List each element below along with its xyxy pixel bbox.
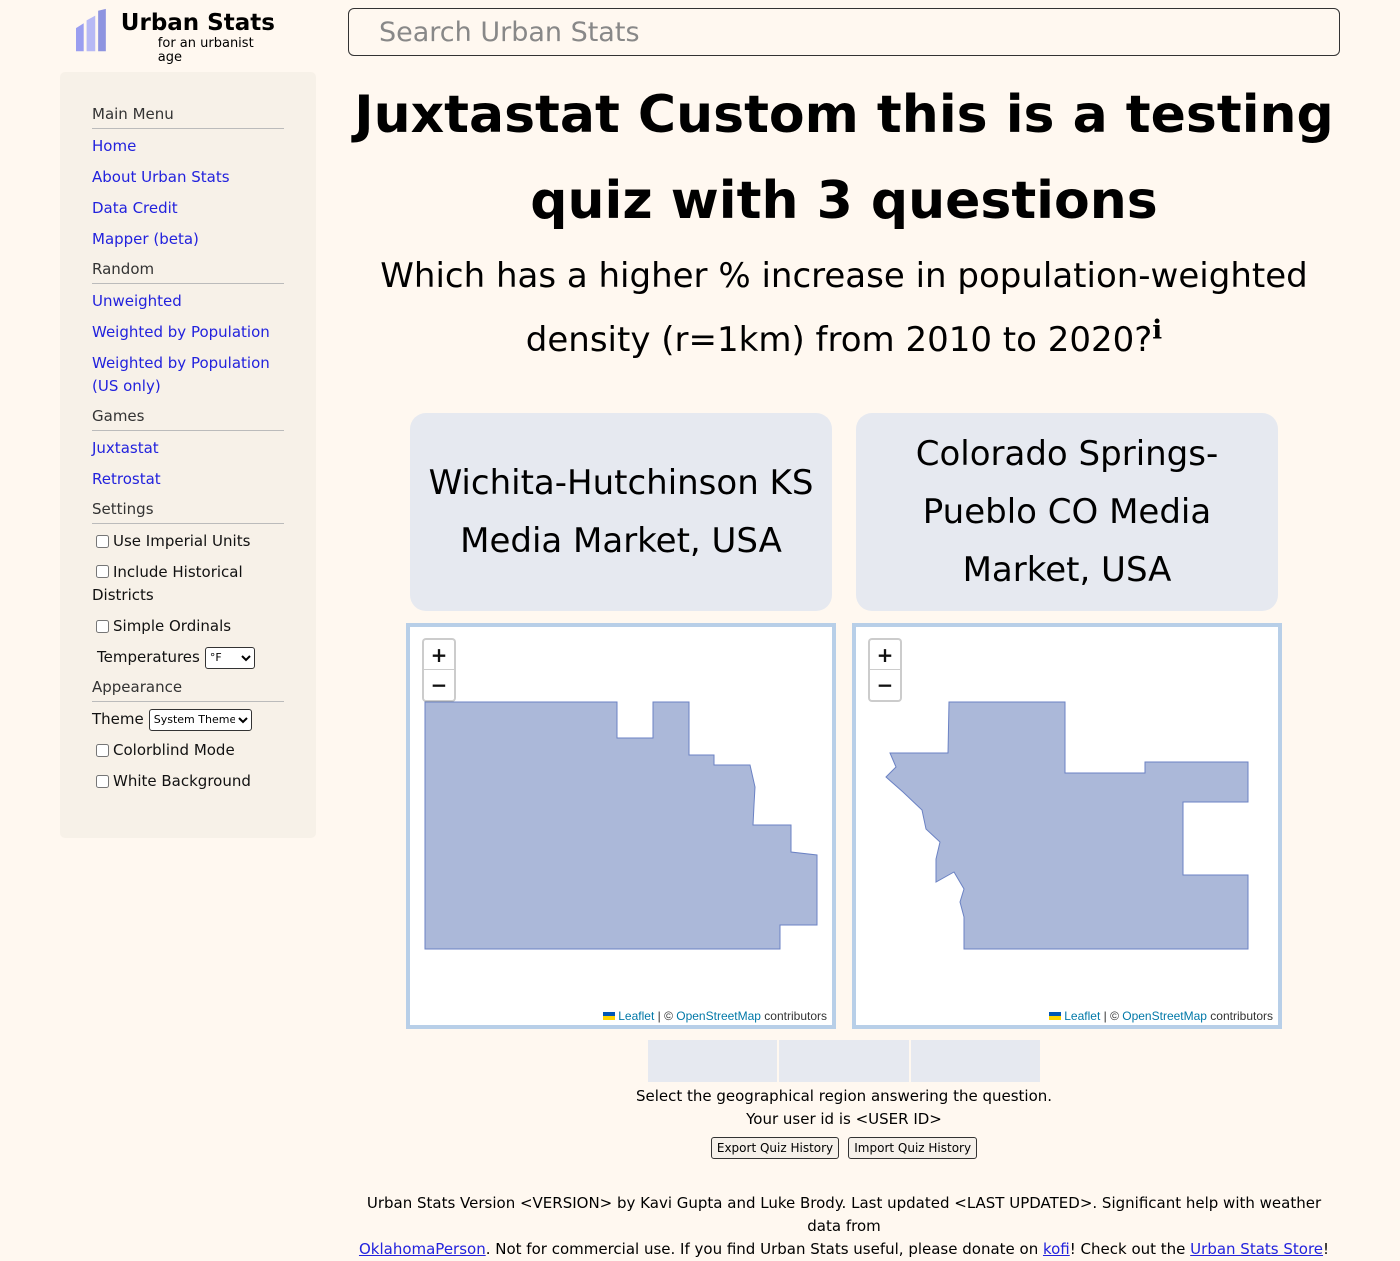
sidebar-item-home[interactable]: Home: [92, 135, 284, 158]
progress-box: [648, 1040, 778, 1082]
quiz-question: Which has a higher % increase in populat…: [348, 244, 1340, 372]
imperial-units-label: Use Imperial Units: [113, 532, 251, 550]
quiz-status: Select the geographical region answering…: [348, 1085, 1340, 1131]
oklahomaperson-link[interactable]: OklahomaPerson: [359, 1240, 486, 1258]
osm-link-b[interactable]: OpenStreetMap: [1122, 1009, 1207, 1023]
zoom-control-a: + −: [422, 638, 456, 702]
import-quiz-history-button[interactable]: Import Quiz History: [848, 1137, 978, 1159]
setting-imperial-units: Use Imperial Units: [92, 530, 284, 553]
footer: Urban Stats Version <VERSION> by Kavi Gu…: [348, 1192, 1340, 1261]
leaflet-link-a[interactable]: Leaflet: [618, 1009, 654, 1023]
simple-ordinals-checkbox[interactable]: [96, 620, 109, 633]
osm-link-a[interactable]: OpenStreetMap: [676, 1009, 761, 1023]
colorblind-label: Colorblind Mode: [113, 741, 235, 759]
zoom-out-button-b[interactable]: −: [870, 670, 900, 700]
setting-theme: Theme System Theme: [92, 708, 284, 731]
simple-ordinals-label: Simple Ordinals: [113, 617, 232, 635]
sidebar-item-about[interactable]: About Urban Stats: [92, 166, 284, 189]
sidebar: Main Menu Home About Urban Stats Data Cr…: [60, 72, 316, 838]
store-link[interactable]: Urban Stats Store: [1190, 1240, 1323, 1258]
progress-box: [779, 1040, 909, 1082]
setting-temperatures: Temperatures °F: [92, 646, 284, 669]
colorblind-checkbox[interactable]: [96, 744, 109, 757]
instruction-text: Select the geographical region answering…: [635, 1087, 1053, 1105]
ukraine-flag-icon: [603, 1012, 616, 1020]
attribution-separator: | ©: [654, 1009, 677, 1023]
sidebar-heading-main-menu: Main Menu: [92, 104, 284, 129]
attribution-suffix: contributors: [760, 1009, 827, 1023]
setting-colorblind: Colorblind Mode: [92, 739, 284, 762]
question-text: Which has a higher % increase in populat…: [380, 256, 1308, 360]
setting-white-background: White Background: [92, 770, 284, 793]
footer-text-4: !: [1323, 1240, 1330, 1258]
attribution-separator: | ©: [1100, 1009, 1123, 1023]
temperatures-select[interactable]: °F: [204, 646, 255, 669]
kofi-link[interactable]: kofi: [1043, 1240, 1070, 1258]
footer-text-3: ! Check out the: [1069, 1240, 1191, 1258]
info-icon[interactable]: i: [1152, 316, 1162, 346]
zoom-in-button-b[interactable]: +: [870, 640, 900, 670]
sidebar-item-unweighted[interactable]: Unweighted: [92, 290, 284, 313]
map-choice-b[interactable]: + − Leaflet | © OpenStreetMap contributo…: [852, 623, 1282, 1029]
map-choice-a[interactable]: + − Leaflet | © OpenStreetMap contributo…: [406, 623, 836, 1029]
choice-b-label: Colorado Springs-Pueblo CO Media Market,…: [915, 434, 1219, 590]
export-quiz-history-button[interactable]: Export Quiz History: [710, 1137, 840, 1159]
logo[interactable]: Urban Stats for an urbanist age: [76, 8, 276, 65]
quiz-progress: [648, 1040, 1040, 1082]
leaflet-link-b[interactable]: Leaflet: [1064, 1009, 1100, 1023]
zoom-in-button-a[interactable]: +: [424, 640, 454, 670]
white-background-checkbox[interactable]: [96, 775, 109, 788]
search-input[interactable]: [348, 8, 1340, 56]
temperatures-label: Temperatures: [97, 648, 200, 666]
sidebar-heading-random: Random: [92, 259, 284, 284]
map-attribution-a: Leaflet | © OpenStreetMap contributors: [598, 1007, 832, 1025]
historical-districts-label: Include Historical Districts: [92, 563, 243, 604]
quiz-title: Juxtastat Custom this is a testing quiz …: [354, 85, 1334, 231]
historical-districts-checkbox[interactable]: [96, 565, 109, 578]
attribution-suffix: contributors: [1206, 1009, 1273, 1023]
zoom-control-b: + −: [868, 638, 902, 702]
footer-text-2: . Not for commercial use. If you find Ur…: [485, 1240, 1043, 1258]
white-background-label: White Background: [113, 772, 251, 790]
setting-simple-ordinals: Simple Ordinals: [92, 615, 284, 638]
logo-tagline: for an urbanist age: [157, 36, 254, 65]
sidebar-heading-games: Games: [92, 406, 284, 431]
footer-credits: Urban Stats Version <VERSION> by Kavi Gu…: [366, 1194, 1322, 1235]
ukraine-flag-icon: [1049, 1012, 1062, 1020]
region-shape-b: [885, 701, 1249, 950]
choice-b-button[interactable]: Colorado Springs-Pueblo CO Media Market,…: [856, 413, 1278, 611]
theme-label: Theme: [92, 710, 144, 728]
choice-a-button[interactable]: Wichita-Hutchinson KS Media Market, USA: [410, 413, 832, 611]
sidebar-item-juxtastat[interactable]: Juxtastat: [92, 437, 284, 460]
sidebar-item-data-credit[interactable]: Data Credit: [92, 197, 284, 220]
choice-a-label: Wichita-Hutchinson KS Media Market, USA: [428, 463, 814, 561]
sidebar-item-mapper[interactable]: Mapper (beta): [92, 228, 284, 251]
logo-icon: [76, 8, 106, 52]
theme-select[interactable]: System Theme: [148, 708, 252, 731]
region-shape-a: [424, 701, 818, 950]
sidebar-item-weighted-population-us[interactable]: Weighted by Population (US only): [92, 352, 284, 398]
zoom-out-button-a[interactable]: −: [424, 670, 454, 700]
progress-box: [910, 1040, 1040, 1082]
quiz-history-buttons: Export Quiz History Import Quiz History: [348, 1137, 1340, 1159]
sidebar-item-weighted-population[interactable]: Weighted by Population: [92, 321, 284, 344]
sidebar-heading-appearance: Appearance: [92, 677, 284, 702]
sidebar-item-retrostat[interactable]: Retrostat: [92, 468, 284, 491]
logo-title: Urban Stats: [120, 10, 275, 36]
user-id-text: Your user id is <USER ID>: [746, 1110, 942, 1128]
setting-historical-districts: Include Historical Districts: [92, 561, 284, 607]
sidebar-heading-settings: Settings: [92, 499, 284, 524]
map-attribution-b: Leaflet | © OpenStreetMap contributors: [1044, 1007, 1278, 1025]
imperial-units-checkbox[interactable]: [96, 535, 109, 548]
